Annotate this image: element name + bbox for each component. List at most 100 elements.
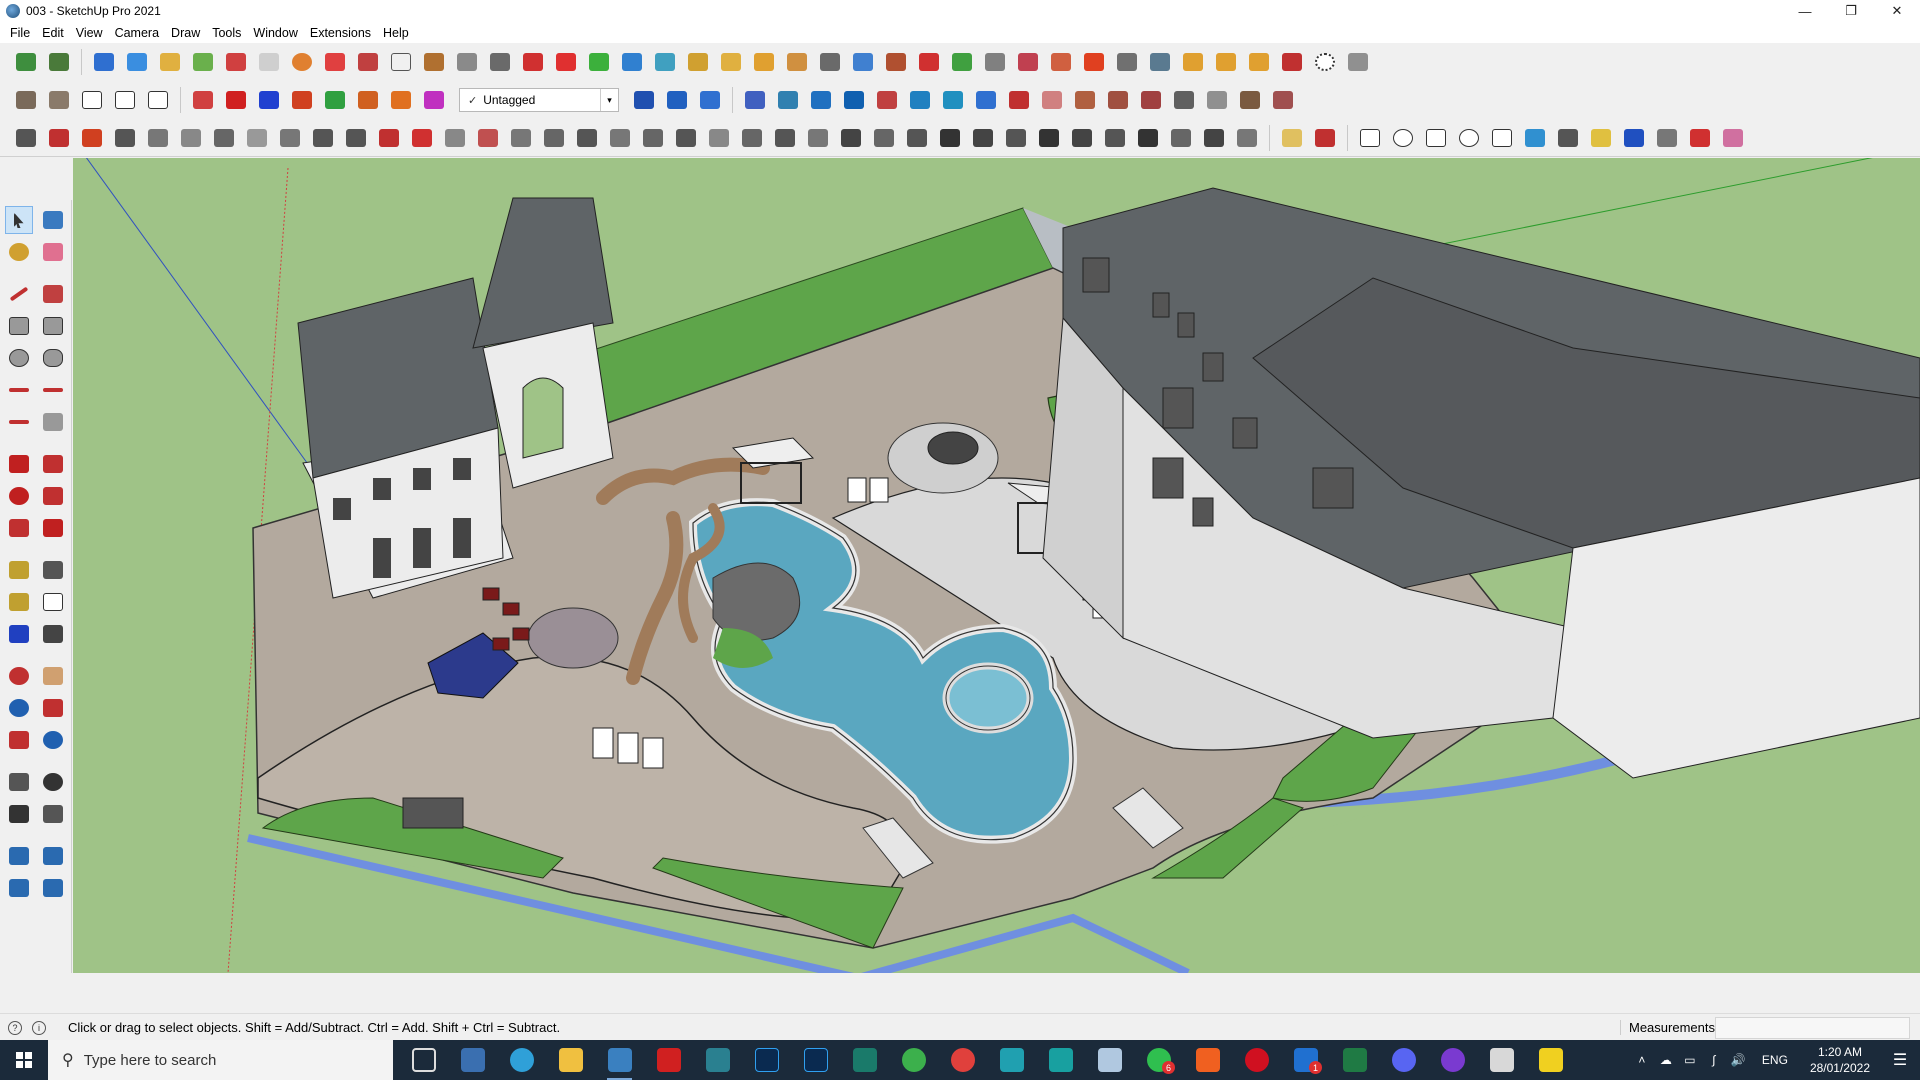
mirror-icon[interactable] <box>939 86 967 114</box>
layer-a-icon[interactable] <box>630 86 658 114</box>
hand-icon[interactable] <box>1038 86 1066 114</box>
shape-7-icon[interactable] <box>1554 124 1582 152</box>
notification-icon[interactable]: ☰ <box>1880 1050 1920 1070</box>
draw-tool-31-icon[interactable] <box>1002 124 1030 152</box>
plugin-tile2-icon[interactable] <box>1212 48 1240 76</box>
sandbox-icon[interactable] <box>420 48 448 76</box>
plugin-orange-icon[interactable] <box>1047 48 1075 76</box>
protractor-icon[interactable] <box>5 588 33 616</box>
plugin-layout-icon[interactable] <box>1344 48 1372 76</box>
getting-started-icon[interactable] <box>12 48 40 76</box>
layer-tool-icon[interactable] <box>189 86 217 114</box>
move-set-icon[interactable] <box>849 48 877 76</box>
3pt-arc-tool-icon[interactable] <box>5 408 33 436</box>
discord-icon[interactable] <box>1379 1040 1428 1080</box>
sort2-icon[interactable] <box>873 86 901 114</box>
right-view-icon[interactable] <box>111 86 139 114</box>
wifi-icon[interactable]: ∫ <box>1702 1053 1726 1067</box>
clock[interactable]: 1:20 AM 28/01/2022 <box>1810 1044 1870 1076</box>
plugin-grey-icon[interactable] <box>981 48 1009 76</box>
component-tool-icon[interactable] <box>39 206 67 234</box>
chrome-icon[interactable] <box>889 1040 938 1080</box>
rotated-rectangle-icon[interactable] <box>39 312 67 340</box>
sandbox-smoove-icon[interactable] <box>5 874 33 902</box>
sketchup-task-icon[interactable] <box>595 1040 644 1080</box>
plugin-window-icon[interactable] <box>1146 48 1174 76</box>
notes-icon[interactable] <box>1085 1040 1134 1080</box>
draw-tool-25-icon[interactable] <box>804 124 832 152</box>
panel2-icon[interactable] <box>1269 86 1297 114</box>
walk-tool-icon[interactable] <box>5 800 33 828</box>
3d-text-tool-icon[interactable] <box>39 620 67 648</box>
section-plane-icon[interactable] <box>321 48 349 76</box>
sandbox-scratch-icon[interactable] <box>39 842 67 870</box>
style-hidden-icon[interactable] <box>156 48 184 76</box>
plugin-scatter-icon[interactable] <box>1278 48 1306 76</box>
chevron-up-icon[interactable]: ˄ <box>1630 1053 1654 1067</box>
draw-tool-2-icon[interactable] <box>45 124 73 152</box>
text-tool-icon[interactable] <box>39 588 67 616</box>
app-cyan-icon[interactable] <box>987 1040 1036 1080</box>
undo-icon[interactable] <box>1005 86 1033 114</box>
lasso-icon[interactable] <box>750 48 778 76</box>
draw-tool-19-icon[interactable] <box>606 124 634 152</box>
add-green-icon[interactable] <box>585 48 613 76</box>
move-x2-icon[interactable] <box>387 86 415 114</box>
previous-view-icon[interactable] <box>39 726 67 754</box>
plugin-circle-icon[interactable] <box>1311 48 1339 76</box>
draw-tool-13-icon[interactable] <box>408 124 436 152</box>
plugin-diamond-icon[interactable] <box>1080 48 1108 76</box>
draw-tool-20-icon[interactable] <box>639 124 667 152</box>
menu-draw[interactable]: Draw <box>165 26 206 40</box>
iso-view-icon[interactable] <box>12 86 40 114</box>
texture-icon[interactable] <box>1104 86 1132 114</box>
style-monochrome-icon[interactable] <box>255 48 283 76</box>
pie-tool-icon[interactable] <box>39 408 67 436</box>
shape-8-icon[interactable] <box>1587 124 1615 152</box>
plugin-red-icon[interactable] <box>1014 48 1042 76</box>
shape-10-icon[interactable] <box>1653 124 1681 152</box>
model-viewport[interactable] <box>73 158 1920 973</box>
style-shaded-icon[interactable] <box>189 48 217 76</box>
draw-tool-6-icon[interactable] <box>177 124 205 152</box>
section-fill-icon[interactable] <box>387 48 415 76</box>
draw-tool-7-icon[interactable] <box>210 124 238 152</box>
follow-me-icon[interactable] <box>453 48 481 76</box>
style-textured-icon[interactable] <box>222 48 250 76</box>
rectangle-tool-icon[interactable] <box>5 312 33 340</box>
tag-dropdown[interactable]: ✓ Untagged ▾ <box>459 88 619 112</box>
app-window-icon[interactable] <box>1477 1040 1526 1080</box>
draw-tool-36-icon[interactable] <box>1167 124 1195 152</box>
draw-tool-17-icon[interactable] <box>540 124 568 152</box>
draw-tool-38-icon[interactable] <box>1233 124 1261 152</box>
draw-tool-34-icon[interactable] <box>1101 124 1129 152</box>
3ds-icon[interactable] <box>1036 1040 1085 1080</box>
language-indicator[interactable]: ENG <box>1762 1053 1788 1067</box>
style-wireframe-icon[interactable] <box>123 48 151 76</box>
vscode-icon[interactable]: 1 <box>1281 1040 1330 1080</box>
move-v-icon[interactable] <box>321 86 349 114</box>
axes-tool-icon[interactable] <box>5 620 33 648</box>
position-camera-icon[interactable] <box>5 768 33 796</box>
circle-tool-icon[interactable] <box>5 344 33 372</box>
style-xray-icon[interactable] <box>90 48 118 76</box>
pyramid-icon[interactable] <box>717 48 745 76</box>
pencil-red-icon[interactable] <box>1311 124 1339 152</box>
chevron-down-icon[interactable]: ▾ <box>600 89 618 111</box>
offset-tool-icon[interactable] <box>39 514 67 542</box>
roof2-icon[interactable] <box>1170 86 1198 114</box>
line-extend-icon[interactable] <box>906 86 934 114</box>
rotate-tool-icon[interactable] <box>5 482 33 510</box>
curve-icon[interactable] <box>519 48 547 76</box>
app-purple-icon[interactable] <box>1428 1040 1477 1080</box>
draw-tool-37-icon[interactable] <box>1200 124 1228 152</box>
warehouse-icon[interactable] <box>45 48 73 76</box>
start-button[interactable] <box>0 1040 48 1080</box>
shape-3-icon[interactable] <box>1422 124 1450 152</box>
draw-tool-1-icon[interactable] <box>12 124 40 152</box>
task-view-icon[interactable] <box>399 1040 448 1080</box>
plugin-tile-icon[interactable] <box>1179 48 1207 76</box>
section-display-icon[interactable] <box>354 48 382 76</box>
shape-9-icon[interactable] <box>1620 124 1648 152</box>
move-tool-icon[interactable] <box>5 450 33 478</box>
